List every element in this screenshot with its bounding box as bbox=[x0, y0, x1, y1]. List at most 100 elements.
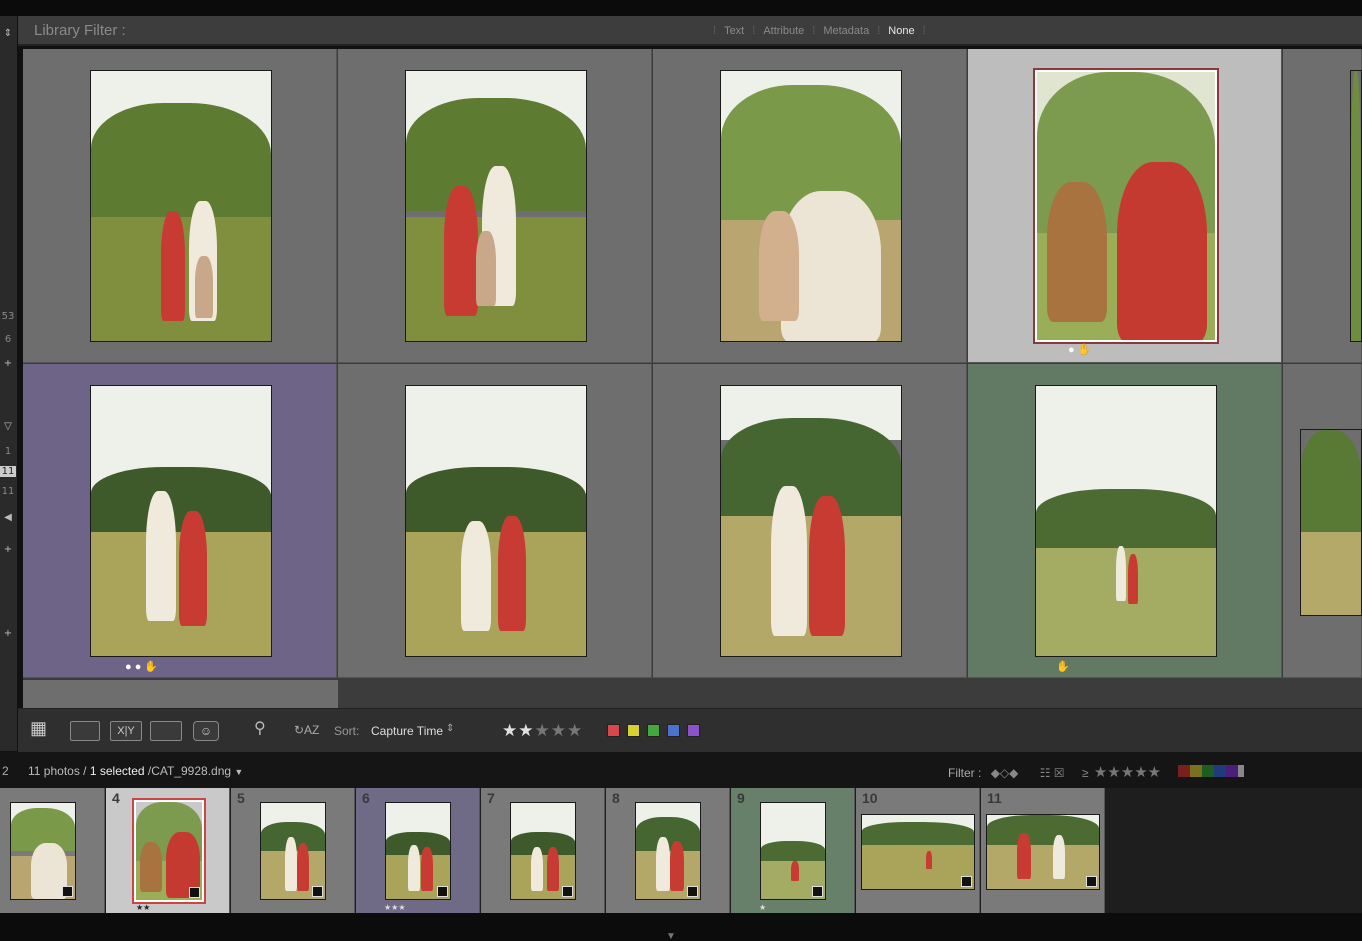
photo-count-text[interactable]: 11 photos / 1 selected /CAT_9928.dng ▼ bbox=[28, 764, 243, 778]
filmstrip-thumbnail[interactable] bbox=[260, 802, 326, 900]
bottom-panel-toggle-icon[interactable]: ▼ bbox=[666, 931, 676, 941]
photo-thumbnail[interactable] bbox=[1035, 385, 1217, 657]
filmstrip-thumbnail[interactable] bbox=[861, 814, 975, 890]
window-top-bar bbox=[0, 0, 1362, 16]
filmstrip-item-5[interactable]: 5 bbox=[231, 788, 355, 913]
photo-thumbnail[interactable] bbox=[405, 70, 587, 342]
filmstrip-number: 10 bbox=[862, 790, 878, 806]
triangle-icon[interactable]: ▽ bbox=[0, 421, 16, 432]
play-icon[interactable]: ◀ bbox=[0, 512, 16, 523]
people-view-icon[interactable]: ☺ bbox=[193, 721, 219, 741]
filmstrip-item-3[interactable]: 3 bbox=[0, 788, 105, 913]
filmstrip-thumbnail[interactable] bbox=[760, 802, 826, 900]
grid-cell-5[interactable]: ● ● ✋ bbox=[23, 364, 337, 678]
filter-label: Filter : bbox=[948, 766, 982, 780]
filmstrip-thumbnail[interactable] bbox=[10, 802, 76, 900]
rating-star-5[interactable]: ★ bbox=[567, 721, 583, 740]
photo-thumbnail[interactable] bbox=[90, 385, 272, 657]
selected-count: 1 selected bbox=[89, 764, 145, 778]
plus-icon-3[interactable]: + bbox=[0, 628, 16, 639]
photo-thumbnail[interactable] bbox=[1033, 68, 1219, 344]
filmstrip-thumbnail[interactable] bbox=[635, 802, 701, 900]
plus-icon[interactable]: + bbox=[0, 358, 16, 369]
flag-icon[interactable]: ● ● ✋ bbox=[125, 660, 158, 673]
filmstrip-item-11[interactable]: 11 bbox=[981, 788, 1105, 913]
color-label-swatch-2[interactable] bbox=[627, 724, 640, 737]
filmstrip-stars: ★ bbox=[759, 903, 767, 912]
compare-view-icon[interactable]: X|Y bbox=[110, 721, 142, 741]
develop-badge-icon bbox=[189, 887, 200, 898]
filename-dropdown-icon[interactable]: ▼ bbox=[234, 767, 243, 777]
develop-badge-icon bbox=[687, 886, 698, 897]
color-label-swatch-4[interactable] bbox=[667, 724, 680, 737]
painter-icon[interactable]: ⚲ bbox=[254, 718, 268, 738]
filmstrip-item-9[interactable]: 9 ★ bbox=[731, 788, 855, 913]
color-label-swatch-3[interactable] bbox=[647, 724, 660, 737]
filmstrip-item-7[interactable]: 7 bbox=[481, 788, 605, 913]
filter-color-labels[interactable] bbox=[1178, 765, 1245, 780]
sort-dropdown[interactable]: Capture Time bbox=[371, 724, 443, 738]
grid-cell-2[interactable] bbox=[338, 49, 652, 363]
photo-thumbnail[interactable] bbox=[720, 70, 902, 342]
filmstrip-item-8[interactable]: 8 bbox=[606, 788, 730, 913]
filter-stars[interactable]: ★★★★★ bbox=[1094, 764, 1161, 781]
filmstrip-thumbnail[interactable] bbox=[132, 798, 206, 904]
photo-thumbnail[interactable] bbox=[720, 385, 902, 657]
rating-operator[interactable]: ≥ bbox=[1082, 766, 1089, 780]
plus-icon-2[interactable]: + bbox=[0, 544, 16, 555]
rating-star-4[interactable]: ★ bbox=[551, 721, 567, 740]
filmstrip: 3 4 ★★ 5 6 ★★★ 7 bbox=[0, 788, 1362, 913]
left-label-4[interactable]: 11 bbox=[0, 466, 16, 477]
develop-badge-icon bbox=[562, 886, 573, 897]
loupe-view-icon[interactable] bbox=[70, 721, 100, 741]
grid-cell-4-selected[interactable]: ● ✋ bbox=[968, 49, 1282, 363]
survey-view-icon[interactable] bbox=[150, 721, 182, 741]
filmstrip-thumbnail[interactable] bbox=[986, 814, 1100, 890]
flag-filter-icon[interactable]: ◆◇◆ bbox=[991, 766, 1019, 780]
filmstrip-number: 4 bbox=[112, 790, 120, 806]
filmstrip-thumbnail[interactable] bbox=[385, 802, 451, 900]
edit-filter-icon[interactable]: ☷ ☒ bbox=[1040, 766, 1065, 780]
sort-direction-icon[interactable]: ↻AZ bbox=[294, 723, 328, 743]
rating-star-2[interactable]: ★ bbox=[518, 721, 534, 740]
grid-cell-6[interactable] bbox=[338, 364, 652, 678]
grid-cell-3[interactable] bbox=[653, 49, 967, 363]
filter-metadata-option[interactable]: Metadata bbox=[815, 25, 877, 37]
left-panel-collapsed[interactable]: ⇕ 53 6 + ▽ 1 11 11 ◀ + + bbox=[0, 16, 18, 751]
filmstrip-item-4-selected[interactable]: 4 ★★ bbox=[106, 788, 230, 913]
library-toolbar: ▦ X|Y ☺ ⚲ ↻AZ Sort: Capture Time ⇕ ★★★★★ bbox=[18, 708, 1362, 752]
grid-cell-8[interactable]: ✋ bbox=[968, 364, 1282, 678]
grid-cell-partial-1[interactable] bbox=[1283, 49, 1362, 363]
photo-thumbnail[interactable] bbox=[1350, 70, 1362, 342]
rating-star-1[interactable]: ★ bbox=[502, 721, 518, 740]
sort-chevron-icon[interactable]: ⇕ bbox=[446, 723, 454, 734]
photo-thumbnail[interactable] bbox=[405, 385, 587, 657]
grid-view-icon[interactable]: ▦ bbox=[30, 718, 62, 738]
grid-cell-partial-2[interactable] bbox=[1283, 364, 1362, 678]
develop-badge-icon bbox=[312, 886, 323, 897]
rating-stars[interactable]: ★★★★★ bbox=[502, 721, 583, 741]
filmstrip-number: 11 bbox=[987, 790, 1002, 806]
filmstrip-number: 7 bbox=[487, 790, 495, 806]
filmstrip-stars: ★★★ bbox=[384, 903, 406, 912]
develop-badge-icon bbox=[1086, 876, 1097, 887]
filmstrip-item-10[interactable]: 10 bbox=[856, 788, 980, 913]
photo-thumbnail[interactable] bbox=[1300, 429, 1362, 616]
grid-cell-7[interactable] bbox=[653, 364, 967, 678]
filmstrip-item-6[interactable]: 6 ★★★ bbox=[356, 788, 480, 913]
filter-none-option[interactable]: None bbox=[880, 25, 922, 37]
color-label-swatch-1[interactable] bbox=[607, 724, 620, 737]
library-filter-title: Library Filter : bbox=[34, 22, 126, 39]
filmstrip-thumbnail[interactable] bbox=[510, 802, 576, 900]
flag-icon[interactable]: ● ✋ bbox=[1068, 343, 1091, 356]
panel-toggle-icon[interactable]: ⇕ bbox=[0, 28, 16, 39]
filmstrip-number: 6 bbox=[362, 790, 370, 806]
filter-attribute-option[interactable]: Attribute bbox=[755, 25, 812, 37]
filter-text-option[interactable]: Text bbox=[716, 25, 752, 37]
flag-icon[interactable]: ✋ bbox=[1056, 660, 1070, 673]
grid-cell-1[interactable] bbox=[23, 49, 337, 363]
photo-thumbnail[interactable] bbox=[90, 70, 272, 342]
filmstrip-number: 5 bbox=[237, 790, 245, 806]
rating-star-3[interactable]: ★ bbox=[535, 721, 551, 740]
color-label-swatch-5[interactable] bbox=[687, 724, 700, 737]
